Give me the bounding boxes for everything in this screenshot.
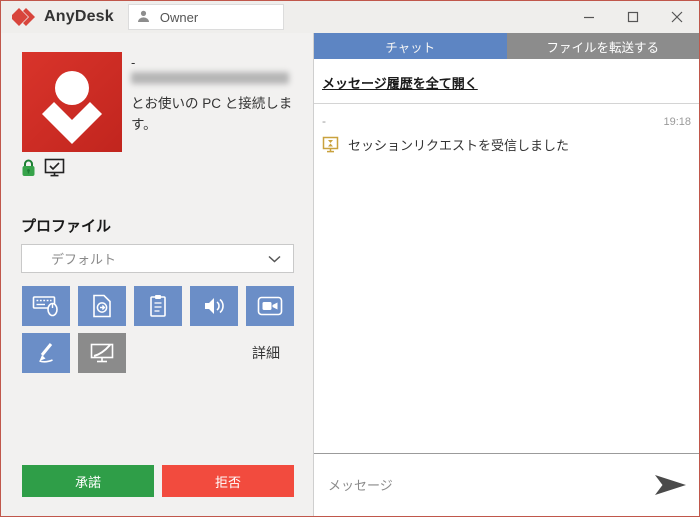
keyboard-mouse-icon	[32, 296, 58, 317]
message-input[interactable]	[328, 477, 654, 493]
user-id-redacted	[131, 72, 289, 84]
anydesk-logo-icon	[12, 8, 35, 26]
session-request-icon	[322, 136, 339, 153]
user-name: -	[131, 55, 136, 70]
draw-icon	[39, 343, 53, 363]
anydesk-user-avatar-icon	[41, 71, 103, 145]
lock-icon	[22, 159, 35, 176]
chat-tabs: チャット ファイルを転送する	[314, 33, 699, 59]
session-request-panel: - とお使いの PC と接続します。 プロファイル デフォルト 詳細 承諾 拒否	[1, 33, 313, 516]
history-bar: メッセージ履歴を全て開く	[314, 59, 699, 104]
maximize-icon	[627, 11, 639, 23]
details-link[interactable]: 詳細	[236, 343, 296, 363]
record-icon	[257, 296, 283, 316]
maximize-button[interactable]	[611, 1, 655, 33]
open-message-history-link[interactable]: メッセージ履歴を全て開く	[322, 76, 478, 91]
owner-tab-label: Owner	[159, 9, 199, 25]
connect-description: とお使いの PC と接続します。	[131, 96, 293, 132]
message-time: 19:18	[663, 116, 691, 128]
profile-selected-option: デフォルト	[51, 252, 117, 267]
permission-input-button[interactable]	[22, 286, 70, 326]
accept-button[interactable]: 承諾	[22, 465, 154, 497]
message-input-bar	[314, 453, 699, 516]
chat-message-list: - 19:18 セッションリクエストを受信しました	[314, 104, 699, 453]
window-controls	[567, 1, 699, 33]
tab-chat[interactable]: チャット	[314, 33, 507, 59]
permission-record-button[interactable]	[246, 286, 294, 326]
permission-audio-button[interactable]	[190, 286, 238, 326]
user-icon	[137, 10, 149, 22]
chevron-down-icon	[268, 255, 281, 263]
owner-tab[interactable]: Owner	[127, 4, 284, 30]
message-text: セッションリクエストを受信しました	[348, 138, 570, 153]
send-button[interactable]	[654, 472, 687, 498]
chat-message: - 19:18 セッションリクエストを受信しました	[322, 114, 691, 154]
profile-heading: プロファイル	[21, 218, 112, 235]
app-title: AnyDesk	[44, 8, 114, 25]
reject-button[interactable]: 拒否	[162, 465, 294, 497]
session-status-icons	[21, 158, 65, 177]
titlebar: AnyDesk Owner	[1, 1, 699, 33]
permission-draw-button[interactable]	[22, 333, 70, 373]
avatar	[22, 52, 122, 152]
privacy-mode-icon	[90, 343, 114, 363]
clipboard-icon	[150, 295, 166, 317]
monitor-check-icon	[44, 158, 65, 177]
anydesk-window: AnyDesk Owner - とお使いの PC と接続します。 プロファイル …	[0, 0, 700, 517]
tab-file-transfer[interactable]: ファイルを転送する	[506, 33, 699, 59]
file-transfer-icon	[93, 294, 111, 318]
close-button[interactable]	[655, 1, 699, 33]
minimize-button[interactable]	[567, 1, 611, 33]
send-icon	[655, 475, 686, 495]
profile-select[interactable]: デフォルト	[21, 244, 294, 273]
audio-icon	[205, 298, 224, 314]
close-icon	[671, 11, 683, 23]
chat-panel: チャット ファイルを転送する メッセージ履歴を全て開く - 19:18 セッショ…	[313, 33, 699, 516]
message-sender: -	[322, 114, 326, 128]
permission-privacy-button[interactable]	[78, 333, 126, 373]
minimize-icon	[584, 16, 594, 19]
permission-file-transfer-button[interactable]	[78, 286, 126, 326]
permission-clipboard-button[interactable]	[134, 286, 182, 326]
